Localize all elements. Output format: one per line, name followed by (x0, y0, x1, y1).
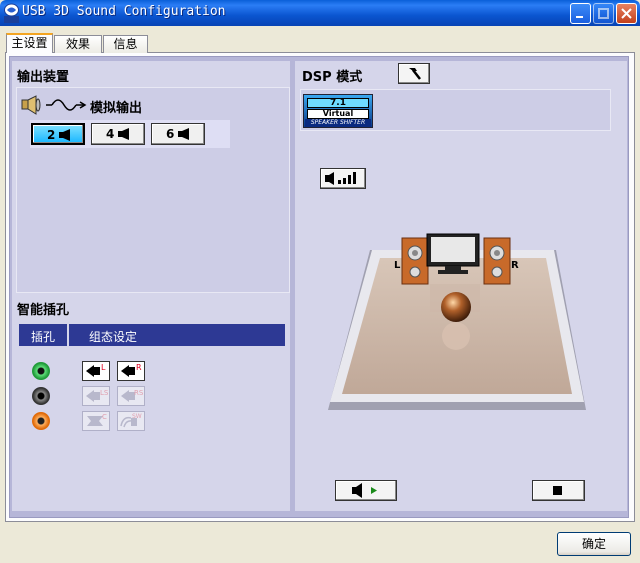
sine-wave-icon (46, 99, 87, 111)
speaker-4-button[interactable]: 4 (91, 123, 145, 145)
speaker-6-label: 6 (166, 127, 175, 141)
output-device-title: 输出装置 (17, 70, 70, 85)
cfg-letter: R (136, 363, 142, 372)
front-right-config-button[interactable]: R (117, 361, 145, 381)
speaker-small-icon (118, 128, 129, 140)
surround-right-speaker-icon: RS (121, 389, 144, 402)
green-jack-icon (32, 362, 50, 380)
test-play-button[interactable] (335, 480, 397, 501)
speaker-2-label: 2 (47, 128, 56, 142)
dsp-tools-button[interactable] (398, 63, 430, 84)
tab-main-settings[interactable]: 主设置 (6, 33, 53, 53)
close-icon (621, 8, 632, 19)
speaker-small-icon (59, 129, 70, 141)
cfg-letter: L (101, 363, 106, 372)
ok-button[interactable]: 确定 (557, 532, 631, 556)
cfg-letter: C (102, 413, 107, 421)
jack-table-header: 插孔 组态设定 (19, 324, 285, 346)
surround-left-config-button[interactable]: LS (82, 386, 110, 406)
logo-speaker-shifter-text: SPEAKER SHIFTER (305, 119, 371, 127)
config-column-header: 组态设定 (89, 330, 138, 344)
volume-bars-icon (325, 172, 356, 185)
stop-icon (553, 486, 562, 495)
orange-jack-icon (32, 412, 50, 430)
listener-position-ball[interactable] (441, 292, 471, 322)
subwoofer-config-button[interactable]: SW (117, 411, 145, 431)
output-device-panel (16, 87, 290, 293)
analog-output-label: 模拟输出 (90, 101, 143, 116)
right-channel-label: R (511, 260, 519, 271)
speaker-play-icon (352, 483, 377, 498)
hammer-icon (409, 68, 421, 80)
cfg-letter: SW (132, 413, 142, 420)
dsp-mode-title: DSP 模式 (302, 70, 363, 85)
speaker-4-label: 4 (106, 127, 115, 141)
header-divider (67, 324, 69, 346)
virtual-7-1-speaker-shifter-button[interactable]: 7.1 Virtual SPEAKER SHIFTER (303, 94, 373, 128)
logo-7-1-text: 7.1 (307, 98, 369, 108)
window-title: USB 3D Sound Configuration (22, 4, 226, 19)
cfg-letter: RS (134, 389, 144, 397)
speaker-room-visualization[interactable]: L R (328, 232, 586, 414)
front-left-speaker[interactable] (401, 237, 429, 285)
maximize-button[interactable] (593, 3, 614, 24)
left-channel-label: L (394, 260, 401, 271)
right-speaker[interactable] (483, 237, 511, 285)
title-bar[interactable]: USB 3D Sound Configuration (0, 0, 640, 26)
stop-button[interactable] (532, 480, 585, 501)
close-button[interactable] (616, 3, 637, 24)
surround-right-config-button[interactable]: RS (117, 386, 145, 406)
surround-left-speaker-icon: LS (86, 389, 109, 402)
black-jack-icon (32, 387, 50, 405)
speaker-2-button[interactable]: 2 (31, 123, 85, 145)
volume-level-button[interactable] (320, 168, 366, 189)
jack-column-header: 插孔 (31, 330, 56, 344)
smart-jack-title: 智能插孔 (17, 303, 70, 318)
subwoofer-icon: SW (120, 413, 142, 428)
front-right-speaker-icon: R (121, 363, 142, 377)
speaker-icon (21, 95, 41, 115)
usb-app-icon (4, 3, 19, 23)
logo-virtual-text: Virtual (307, 109, 369, 119)
minimize-icon (576, 16, 583, 18)
cfg-letter: LS (100, 389, 109, 397)
listener-reflection (442, 322, 470, 350)
front-left-config-button[interactable]: L (82, 361, 110, 381)
tab-info[interactable]: 信息 (103, 35, 148, 53)
center-speaker-icon: C (87, 413, 107, 426)
speaker-6-button[interactable]: 6 (151, 123, 205, 145)
minimize-button[interactable] (570, 3, 591, 24)
center-config-button[interactable]: C (82, 411, 110, 431)
maximize-icon (598, 8, 609, 19)
speaker-small-icon (178, 128, 189, 140)
front-left-speaker-icon: L (86, 363, 106, 377)
tab-effects[interactable]: 效果 (54, 35, 102, 53)
